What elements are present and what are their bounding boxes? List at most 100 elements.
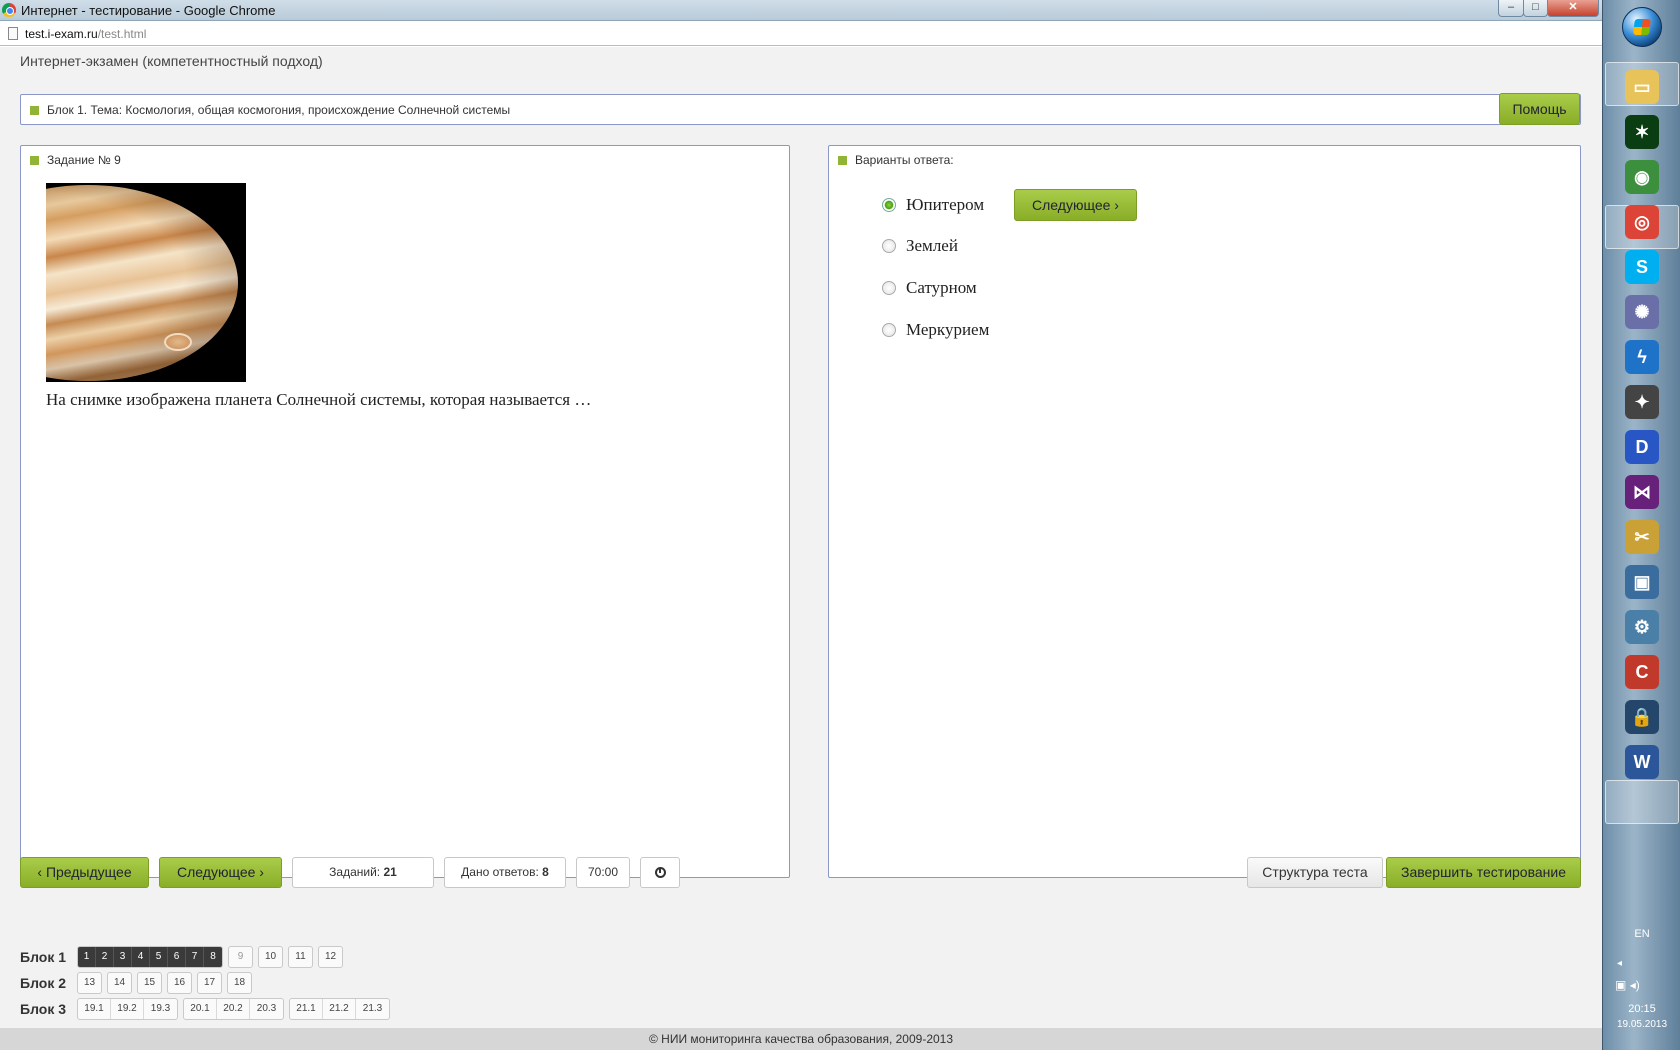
folder-icon[interactable]: ▭ xyxy=(1625,70,1659,104)
previous-label: Предыдущее xyxy=(45,864,132,880)
question-cell[interactable]: 1 xyxy=(78,947,96,967)
finish-test-button[interactable]: Завершить тестирование xyxy=(1386,857,1581,888)
clock-button[interactable] xyxy=(640,857,680,888)
answers-title: Варианты ответа: xyxy=(838,153,954,167)
question-cell[interactable]: 3 xyxy=(114,947,132,967)
clock-date[interactable]: 19.05.2013 xyxy=(1603,1019,1680,1030)
clock-icon xyxy=(654,867,666,879)
maximize-button[interactable]: □ xyxy=(1523,0,1548,17)
ccleaner-icon[interactable]: C xyxy=(1625,655,1659,689)
question-text: На снимке изображена планета Солнечной с… xyxy=(46,390,592,409)
app-header: Интернет-экзамен (компетентностный подхо… xyxy=(20,53,323,69)
question-cell[interactable]: 14 xyxy=(108,973,131,993)
network-globe-icon[interactable]: ◉ xyxy=(1625,160,1659,194)
square-bullet-icon xyxy=(30,106,39,116)
visual-studio-icon[interactable]: ⋈ xyxy=(1625,475,1659,509)
foxit-icon[interactable]: ✦ xyxy=(1625,385,1659,419)
flash-icon[interactable]: ϟ xyxy=(1625,340,1659,374)
question-cell[interactable]: 10 xyxy=(259,947,282,967)
previous-button[interactable]: ‹ Предыдущее xyxy=(20,857,149,888)
question-cell[interactable]: 19.3 xyxy=(144,999,177,1019)
question-cell[interactable]: 5 xyxy=(150,947,168,967)
start-button[interactable] xyxy=(1622,7,1662,47)
matrix-app-icon[interactable]: ✶ xyxy=(1625,115,1659,149)
question-cell[interactable]: 13 xyxy=(78,973,101,993)
question-cell[interactable]: 4 xyxy=(132,947,150,967)
question-cell[interactable]: 2 xyxy=(96,947,114,967)
question-cell[interactable]: 16 xyxy=(168,973,191,993)
question-cells: 19.1 19.2 19.3 20.1 20.2 20.3 21.1 21.2 21.3 xyxy=(77,998,395,1020)
question-cell[interactable]: 7 xyxy=(186,947,204,967)
question-cell[interactable]: 20.3 xyxy=(250,999,283,1019)
chevron-right-icon: › xyxy=(1114,197,1119,213)
tasks-counter-label: Заданий: xyxy=(329,865,381,879)
topic-panel: Блок 1. Тема: Космология, общая космогон… xyxy=(20,94,1581,125)
answer-label[interactable]: Землей xyxy=(906,236,958,256)
question-cell[interactable]: 8 xyxy=(204,947,222,967)
square-bullet-icon xyxy=(838,156,847,166)
timer: 70:00 xyxy=(576,857,630,888)
close-button[interactable]: ✕ xyxy=(1547,0,1599,17)
page-icon xyxy=(8,27,18,40)
tools-icon[interactable]: ✂ xyxy=(1625,520,1659,554)
answer-label[interactable]: Юпитером xyxy=(906,195,984,215)
radio-icon[interactable] xyxy=(882,239,896,253)
inline-next-label: Следующее xyxy=(1032,197,1111,213)
settings-shield-icon[interactable]: ⚙ xyxy=(1625,610,1659,644)
question-cell[interactable]: 12 xyxy=(319,947,342,967)
answers-title-text: Варианты ответа: xyxy=(855,153,954,167)
question-group: 20.1 20.2 20.3 xyxy=(183,998,284,1020)
block-label: Блок 2 xyxy=(20,975,67,991)
question-group: 15 xyxy=(137,972,162,994)
question-cell[interactable]: 18 xyxy=(228,973,251,993)
radio-icon[interactable] xyxy=(882,323,896,337)
question-cell[interactable]: 21.2 xyxy=(323,999,356,1019)
question-cell[interactable]: 21.3 xyxy=(356,999,389,1019)
tray-icons[interactable]: ▣ ◂) xyxy=(1615,978,1640,992)
question-cell[interactable]: 9 xyxy=(229,947,252,967)
radio-icon[interactable] xyxy=(882,281,896,295)
question-cell[interactable]: 19.2 xyxy=(111,999,144,1019)
address-bar[interactable]: test.i-exam.ru/test.html xyxy=(0,22,1602,46)
help-button[interactable]: Помощь xyxy=(1499,93,1580,125)
network-icon[interactable]: ▣ xyxy=(1615,978,1626,992)
url-text[interactable]: test.i-exam.ru/test.html xyxy=(25,27,146,41)
question-cell[interactable]: 20.1 xyxy=(184,999,217,1019)
tasks-counter: Заданий: 21 xyxy=(292,857,434,888)
minimize-button[interactable]: – xyxy=(1498,0,1524,17)
question-cell[interactable]: 20.2 xyxy=(217,999,250,1019)
question-cell[interactable]: 21.1 xyxy=(290,999,323,1019)
footer: © НИИ мониторинга качества образования, … xyxy=(0,1028,1602,1050)
media-app-icon[interactable]: ✺ xyxy=(1625,295,1659,329)
task-title: Задание № 9 xyxy=(30,153,121,167)
question-group: 13 xyxy=(77,972,102,994)
question-cell[interactable]: 11 xyxy=(289,947,312,967)
chrome-icon[interactable]: ◎ xyxy=(1625,205,1659,239)
daemon-tools-icon[interactable]: D xyxy=(1625,430,1659,464)
question-cell[interactable]: 15 xyxy=(138,973,161,993)
tasks-counter-value: 21 xyxy=(383,865,397,879)
question-cells: 13 14 15 16 17 18 xyxy=(77,972,257,994)
question-group: 19.1 19.2 19.3 xyxy=(77,998,178,1020)
next-button[interactable]: Следующее › xyxy=(159,857,282,888)
answer-label[interactable]: Меркурием xyxy=(906,320,989,340)
language-indicator[interactable]: EN xyxy=(1603,928,1680,940)
question-cell[interactable]: 19.1 xyxy=(78,999,111,1019)
tray-expand-icon[interactable]: ◂ xyxy=(1617,958,1622,969)
clock-time[interactable]: 20:15 xyxy=(1603,1003,1680,1015)
skype-icon[interactable]: S xyxy=(1625,250,1659,284)
inline-next-button[interactable]: Следующее › xyxy=(1014,189,1137,221)
word-icon[interactable]: W xyxy=(1625,745,1659,779)
test-structure-button[interactable]: Структура теста xyxy=(1247,857,1383,888)
radio-selected-icon[interactable] xyxy=(882,198,896,212)
chevron-left-icon: ‹ xyxy=(37,864,43,880)
question-cell[interactable]: 17 xyxy=(198,973,221,993)
url-host: test.i-exam.ru xyxy=(25,27,98,41)
lock-icon[interactable]: 🔒 xyxy=(1625,700,1659,734)
question-group: 11 xyxy=(288,946,313,968)
volume-icon[interactable]: ◂) xyxy=(1630,978,1640,992)
monitor-shield-icon[interactable]: ▣ xyxy=(1625,565,1659,599)
answer-label[interactable]: Сатурном xyxy=(906,278,977,298)
question-cell[interactable]: 6 xyxy=(168,947,186,967)
taskbar-highlight xyxy=(1605,780,1679,824)
